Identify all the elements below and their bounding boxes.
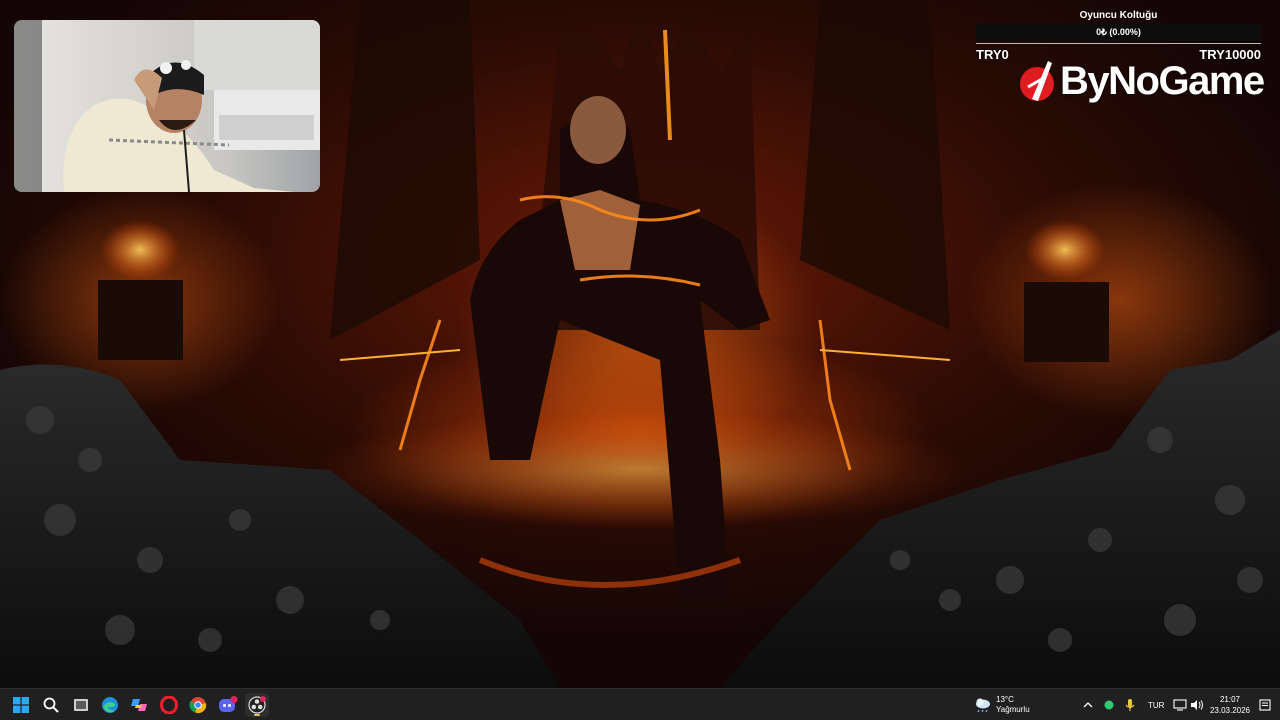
active-app-indicator <box>254 714 260 716</box>
windows-start-icon[interactable] <box>9 693 33 717</box>
weather-temp: 13°C <box>996 695 1014 704</box>
weather-text: 13°C Yağmurlu <box>996 695 1030 715</box>
webcam-overlay <box>14 20 320 192</box>
discord-icon[interactable] <box>216 693 240 717</box>
goal-progress-bar: 0₺ (0.00%) <box>976 24 1261 41</box>
goal-progress-text: 0₺ (0.00%) <box>1096 27 1141 37</box>
windows-taskbar: 13°C Yağmurlu TUR 21:07 23.03.2026 <box>0 688 1280 720</box>
weather-condition: Yağmurlu <box>996 705 1030 714</box>
notification-center-icon[interactable] <box>1253 693 1277 717</box>
obs-studio-icon[interactable] <box>245 693 269 717</box>
brand-name: ByNoGame <box>1060 58 1265 103</box>
goal-min-label: TRY0 <box>976 47 1009 62</box>
taskbar-clock[interactable]: 21:07 23.03.2026 <box>1208 694 1252 716</box>
goal-title: Oyuncu Koltuğu <box>1079 10 1158 21</box>
clock-date: 23.03.2026 <box>1209 706 1251 715</box>
opera-browser-icon[interactable] <box>157 693 181 717</box>
language-indicator[interactable]: TUR <box>1148 701 1164 710</box>
rain-cloud-icon <box>976 698 990 713</box>
speaker-icon[interactable] <box>1185 693 1209 717</box>
search-icon[interactable] <box>39 693 63 717</box>
chrome-browser-icon[interactable] <box>186 693 210 717</box>
bynogame-logo-icon <box>1020 61 1054 101</box>
brand-logo: ByNoGame <box>1018 56 1265 106</box>
task-view-icon[interactable] <box>69 693 93 717</box>
goal-divider <box>976 43 1261 44</box>
webcam-feed <box>14 20 320 192</box>
donation-goal-widget: Oyuncu Koltuğu 0₺ (0.00%) TRY0 TRY10000 <box>976 8 1261 62</box>
copilot-icon[interactable] <box>127 693 151 717</box>
clock-time: 21:07 <box>1219 695 1241 704</box>
microphone-icon[interactable] <box>1118 693 1142 717</box>
edge-browser-icon[interactable] <box>98 693 122 717</box>
weather-widget[interactable]: 13°C Yağmurlu <box>974 692 1030 718</box>
